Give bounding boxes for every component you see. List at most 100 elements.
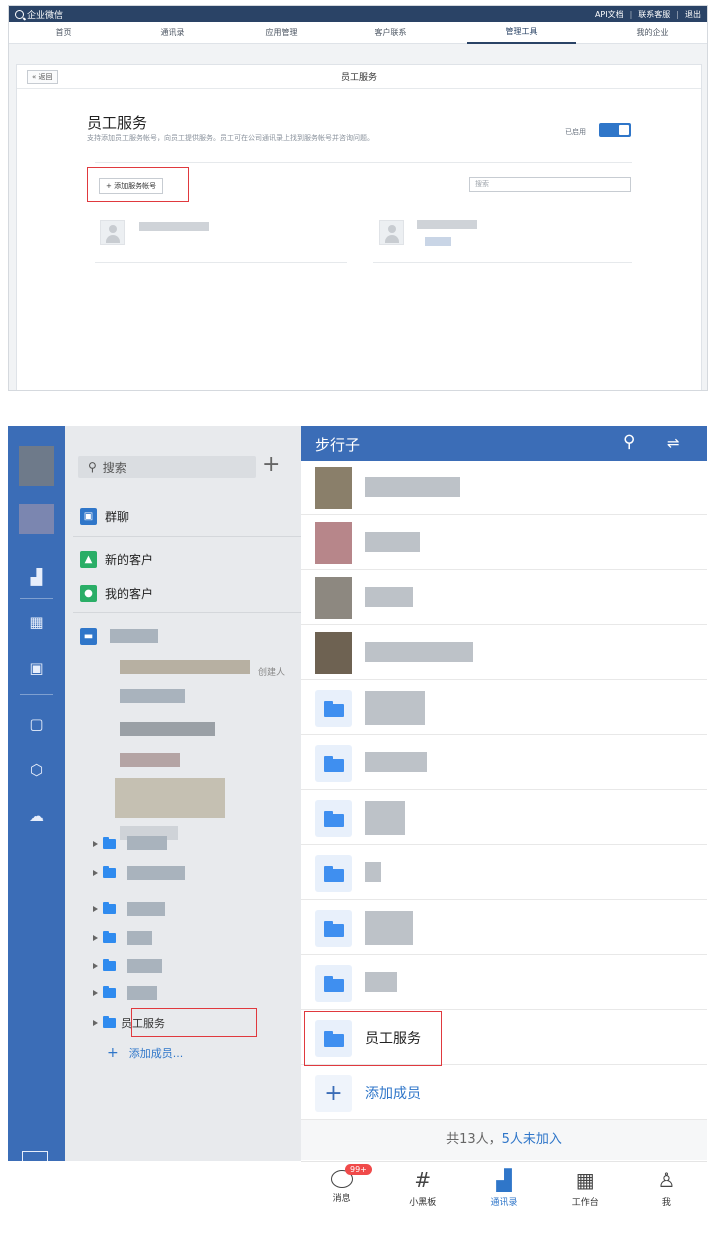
enable-toggle[interactable] <box>599 123 631 137</box>
dept-node[interactable] <box>93 864 116 882</box>
nav-home[interactable]: 首页 <box>9 23 118 43</box>
redacted-name <box>417 220 477 229</box>
add-member-row[interactable]: + 添加成员 <box>301 1066 707 1120</box>
back-button[interactable]: « 返回 <box>27 70 58 84</box>
tab-me[interactable]: ♙ 我 <box>626 1162 707 1217</box>
redacted-member <box>120 722 215 736</box>
settings-icon[interactable] <box>22 1151 48 1161</box>
tab-blackboard[interactable]: # 小黑板 <box>382 1162 463 1217</box>
dept-row[interactable] <box>301 956 707 1010</box>
redacted-name <box>365 642 473 662</box>
tab-blackboard-label: 小黑板 <box>409 1198 437 1208</box>
highlight-box <box>87 167 189 202</box>
member-row[interactable] <box>301 516 707 570</box>
new-customer-label: 新的客户 <box>105 552 154 567</box>
logout-link[interactable]: 退出 <box>685 9 701 20</box>
redacted-avatar <box>315 522 352 564</box>
user-avatar[interactable] <box>19 446 54 486</box>
service-title: 员工服务 <box>87 114 148 132</box>
link-separator: | <box>629 9 633 19</box>
folder-icon <box>103 959 116 971</box>
cloud-icon[interactable]: ☁ <box>8 802 65 830</box>
screenshot-root: 企业微信 API文档 | 联系客服 | 退出 首页 通讯录 应用管理 客户联系 … <box>0 0 715 1248</box>
nav-my-enterprise[interactable]: 我的企业 <box>598 23 707 43</box>
new-customer-icon: ▲ <box>80 550 97 568</box>
expand-icon <box>93 935 98 941</box>
folder-icon <box>103 931 116 943</box>
search-icon[interactable]: ⚲ <box>623 432 635 452</box>
dept-row[interactable] <box>301 901 707 955</box>
admin-brand[interactable]: 企业微信 <box>15 8 63 21</box>
creator-tag: 创建人 <box>258 668 286 678</box>
dept-row[interactable] <box>301 791 707 845</box>
dept-node[interactable] <box>93 835 116 853</box>
folder-icon <box>103 866 116 878</box>
card-title: 员工服务 <box>340 73 377 83</box>
member-row[interactable] <box>301 626 707 680</box>
hexagon-icon[interactable]: ⬡ <box>8 756 65 784</box>
api-docs-link[interactable]: API文档 <box>595 9 624 20</box>
nav-contacts[interactable]: 通讯录 <box>118 23 227 43</box>
filter-icon[interactable]: ⇌ <box>667 434 680 452</box>
admin-top-links: API文档 | 联系客服 | 退出 <box>595 9 701 20</box>
my-customer-label: 我的客户 <box>105 586 154 601</box>
dept-row[interactable] <box>301 681 707 735</box>
tab-workbench[interactable]: ▦ 工作台 <box>545 1162 626 1217</box>
redacted-member <box>120 689 185 703</box>
redacted-dept-name <box>127 931 152 945</box>
redacted-dept-name <box>365 801 405 835</box>
blackboard-icon: # <box>414 1168 432 1192</box>
document-icon[interactable]: ▢ <box>8 710 65 738</box>
add-member-link[interactable]: + 添加成员... <box>107 1043 183 1063</box>
nav-app-management[interactable]: 应用管理 <box>227 23 336 43</box>
card-header: « 返回 员工服务 <box>17 65 701 89</box>
contacts-search-input[interactable]: ⚲ 搜索 <box>78 456 256 478</box>
org-chart-icon[interactable]: ▟ <box>8 563 65 591</box>
mobile-header: 步行子 ⚲ ⇌ <box>301 426 707 461</box>
contacts-tree-pane: ⚲ 搜索 + ▣ 群聊 ▲ 新的客户 ● 我的客户 ▬ 创建人 员工服务 + 添… <box>65 426 301 1161</box>
plus-icon: + <box>107 1045 119 1061</box>
member-row[interactable] <box>301 461 707 515</box>
redacted-dept-name <box>127 836 167 850</box>
me-icon: ♙ <box>657 1168 676 1192</box>
redacted-dept-name <box>365 911 413 945</box>
nav-management-tools[interactable]: 管理工具 <box>467 22 576 44</box>
my-customer-item[interactable]: ● 我的客户 <box>80 582 153 604</box>
divider <box>73 612 301 613</box>
tab-workbench-label: 工作台 <box>571 1198 599 1208</box>
dept-node[interactable] <box>93 984 116 1002</box>
highlight-box <box>304 1011 442 1066</box>
contacts-icon: ▟ <box>496 1168 512 1192</box>
add-icon[interactable]: + <box>262 452 280 477</box>
expand-icon <box>93 870 98 876</box>
redacted-dept-name <box>127 866 185 880</box>
redacted-org-name <box>110 629 158 643</box>
contact-support-link[interactable]: 联系客服 <box>638 9 670 20</box>
service-description: 支持添加员工服务帐号，向员工提供服务。员工可在公司通讯录上找到服务帐号并咨询问题… <box>87 134 374 142</box>
nav-customer-contact[interactable]: 客户联系 <box>336 23 445 43</box>
calendar-icon[interactable]: ▦ <box>8 608 65 636</box>
tab-me-label: 我 <box>661 1198 671 1208</box>
default-avatar-icon <box>100 220 125 245</box>
expand-icon <box>93 1020 98 1026</box>
member-row[interactable] <box>301 571 707 625</box>
group-chat-item[interactable]: ▣ 群聊 <box>80 505 129 527</box>
dept-node[interactable] <box>93 957 116 975</box>
apps-grid-icon[interactable]: ▣ <box>8 654 65 682</box>
divider <box>95 162 632 163</box>
folder-icon <box>315 910 352 947</box>
tab-messages[interactable]: 99+ 消息 <box>301 1162 382 1217</box>
dept-row[interactable] <box>301 736 707 790</box>
unjoined-members-link[interactable]: 5人未加入 <box>502 1132 562 1147</box>
expand-icon <box>93 906 98 912</box>
redacted-dept-name <box>365 862 381 882</box>
search-icon: ⚲ <box>88 460 97 474</box>
dept-node[interactable] <box>93 929 116 947</box>
new-customer-item[interactable]: ▲ 新的客户 <box>80 548 153 570</box>
tab-contacts[interactable]: ▟ 通讯录 <box>463 1162 544 1217</box>
account-search-input[interactable]: 搜索 <box>469 177 631 192</box>
redacted-avatar <box>315 577 352 619</box>
group-chat-icon: ▣ <box>80 507 97 525</box>
dept-node[interactable] <box>93 900 116 918</box>
dept-row[interactable] <box>301 846 707 900</box>
